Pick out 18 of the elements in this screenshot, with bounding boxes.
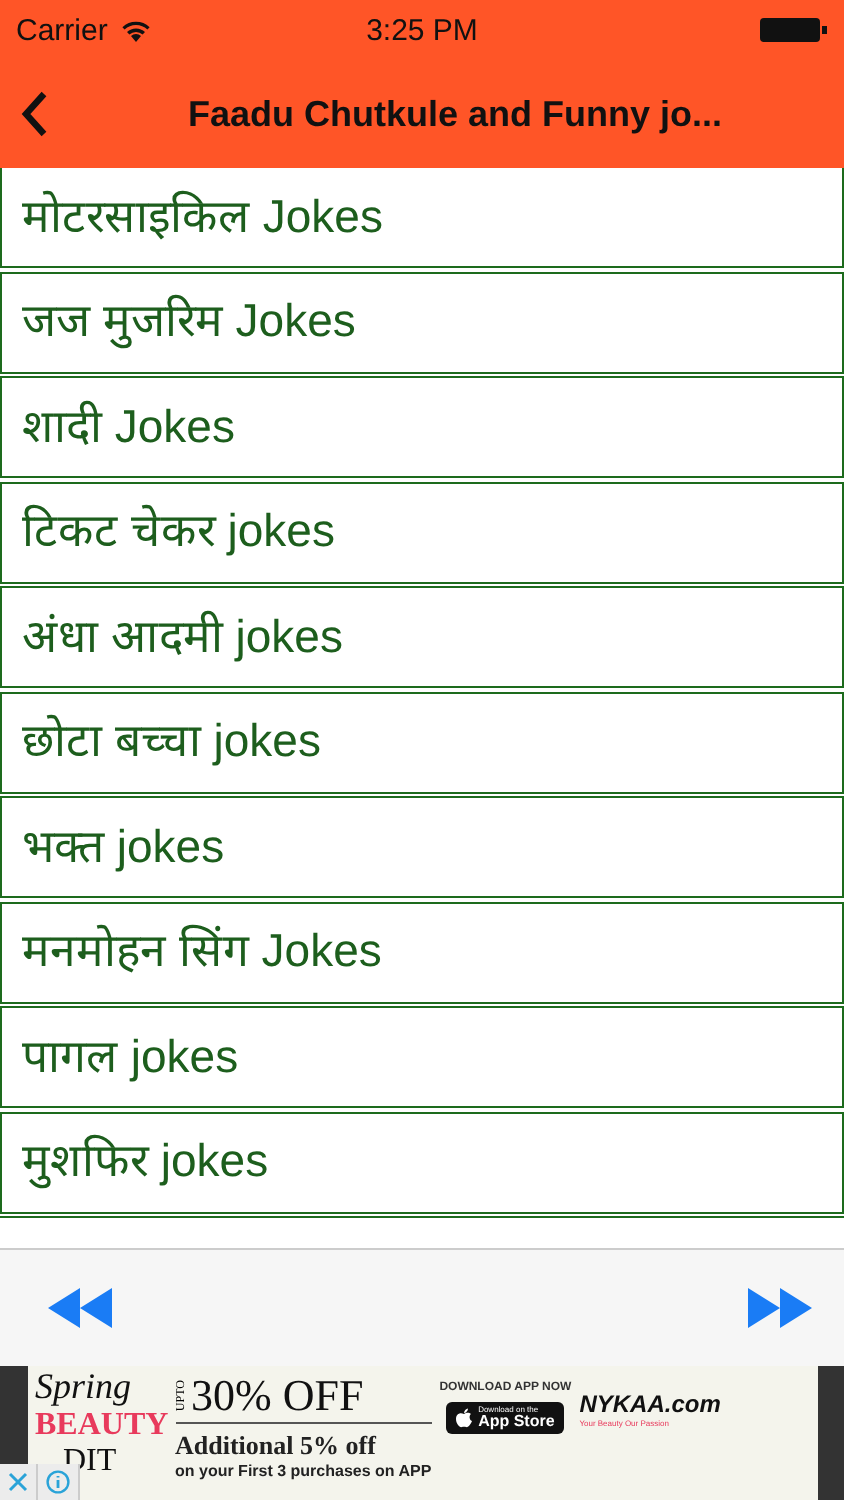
carrier-label: Carrier	[16, 13, 108, 47]
app-store-label: App Store	[478, 1414, 555, 1430]
ad-discount-text: 30% OFF	[191, 1370, 364, 1422]
info-icon	[46, 1470, 70, 1494]
chevron-left-icon	[20, 90, 48, 138]
ad-spring-text: Spring	[35, 1366, 134, 1408]
apple-icon	[456, 1408, 473, 1428]
screen-title: Faadu Chutkule and Funny jo...	[188, 93, 723, 135]
ad-terms-text: on your First 3 purchases on APP	[175, 1462, 432, 1480]
ad-brand-text: NYKAA.com	[579, 1390, 721, 1418]
wifi-icon	[119, 18, 152, 42]
ad-extra-text: Additional 5% off	[175, 1430, 379, 1462]
close-icon	[8, 1472, 28, 1492]
rewind-icon	[48, 1288, 112, 1328]
fast-forward-icon	[748, 1288, 812, 1328]
battery-icon	[760, 18, 828, 42]
ad-beauty-text: BEAUTY	[35, 1407, 167, 1445]
clock-time: 3:25 PM	[366, 13, 478, 47]
